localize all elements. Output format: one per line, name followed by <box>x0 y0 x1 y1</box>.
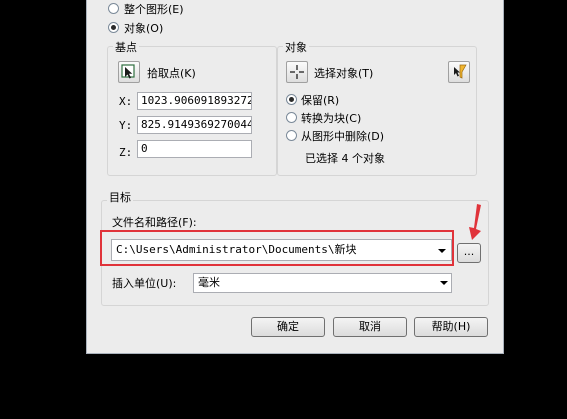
delete-from-drawing-radio[interactable] <box>286 130 297 141</box>
crosshair-icon <box>290 65 304 79</box>
z-label: Z: <box>119 146 133 159</box>
entire-drawing-radio[interactable] <box>108 3 119 14</box>
quick-select-button[interactable] <box>448 61 470 83</box>
z-coordinate-field[interactable]: 0 <box>137 140 252 158</box>
x-label: X: <box>119 95 133 108</box>
pick-point-icon <box>121 64 135 79</box>
help-button[interactable]: 帮助(H) <box>414 317 488 337</box>
retain-radio[interactable] <box>286 94 297 105</box>
convert-to-block-radio[interactable] <box>286 112 297 123</box>
selected-count-text: 已选择 4 个对象 <box>305 152 385 165</box>
highlight-box <box>100 230 454 266</box>
delete-from-drawing-label[interactable]: 从图形中删除(D) <box>301 128 384 144</box>
objects-label[interactable]: 对象(O) <box>124 20 163 36</box>
convert-to-block-label[interactable]: 转换为块(C) <box>301 110 361 126</box>
insert-units-combo[interactable]: 毫米 <box>193 273 452 293</box>
objects-group-title: 对象 <box>283 39 309 55</box>
x-coordinate-field[interactable]: 1023.906091893272 <box>137 92 252 110</box>
base-point-title: 基点 <box>113 39 139 55</box>
y-label: Y: <box>119 119 133 132</box>
insert-units-dropdown-arrow-icon[interactable] <box>440 281 448 285</box>
select-objects-button[interactable] <box>286 61 308 83</box>
insert-units-value: 毫米 <box>198 276 220 289</box>
select-objects-label[interactable]: 选择对象(T) <box>314 65 373 81</box>
quick-select-icon <box>454 64 467 79</box>
write-block-dialog: 整个图形(E) 对象(O) 基点 拾取点(K) X: 1023.90609189… <box>86 0 504 354</box>
cancel-button[interactable]: 取消 <box>333 317 407 337</box>
destination-title: 目标 <box>107 189 133 205</box>
ok-button[interactable]: 确定 <box>251 317 325 337</box>
pick-point-button[interactable] <box>118 61 140 83</box>
annotation-arrow-icon <box>469 204 481 240</box>
file-path-label: 文件名和路径(F): <box>112 216 197 229</box>
entire-drawing-label[interactable]: 整个图形(E) <box>124 1 184 17</box>
retain-label[interactable]: 保留(R) <box>301 92 339 108</box>
objects-radio[interactable] <box>108 22 119 33</box>
pick-point-label[interactable]: 拾取点(K) <box>147 65 196 81</box>
insert-units-label: 插入单位(U): <box>112 277 177 290</box>
y-coordinate-field[interactable]: 825.9149369270044 <box>137 116 252 134</box>
